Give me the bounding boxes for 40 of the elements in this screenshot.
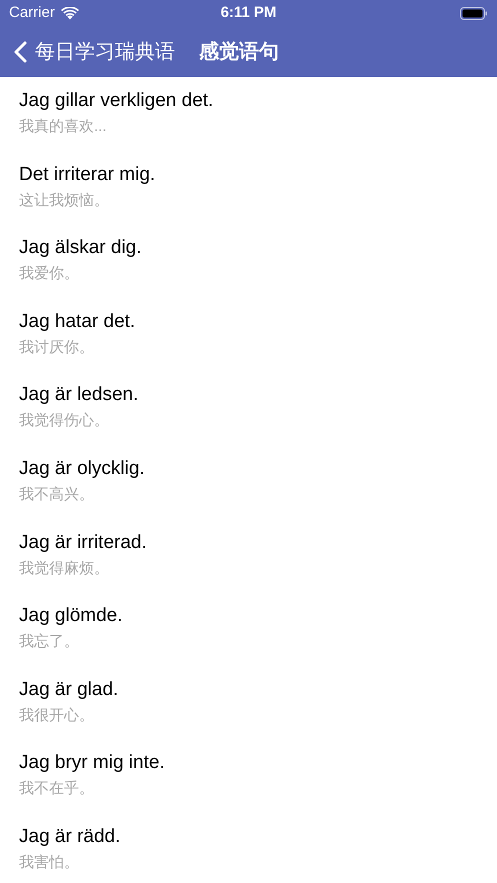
status-time: 6:11 PM [220,2,276,23]
phrase-translation: 我讨厌你。 [19,338,94,358]
phrase-text: Jag är glad. [19,678,118,702]
phrase-translation: 我真的喜欢... [19,117,107,137]
phrase-text: Jag är rädd. [19,824,120,849]
phrase-row[interactable]: Jag hatar det. 我讨厌你。 [0,298,497,372]
phrase-text: Jag är irriterad. [19,530,147,555]
phrase-row[interactable]: Jag älskar dig. 我爱你。 [0,224,497,298]
phrase-translation: 我很开心。 [19,706,94,726]
phrase-translation: 我害怕。 [19,852,79,873]
screen-title: 感觉语句 [199,40,279,64]
wifi-icon [60,6,79,20]
phrase-text: Jag är ledsen. [19,383,138,408]
chevron-left-icon [14,40,27,62]
phrase-row[interactable]: Jag är irriterad. 我觉得麻烦。 [0,518,497,592]
phrase-row[interactable]: Jag är olycklig. 我不高兴。 [0,444,497,519]
phrase-text: Jag glömde. [19,604,123,628]
carrier-label: Carrier [9,2,55,23]
phrase-text: Jag hatar det. [19,310,136,334]
phrase-row[interactable]: Jag är rädd. 我害怕。 [0,812,497,883]
phrase-text: Det irriterar mig. [19,162,156,187]
phrase-text: Jag är olycklig. [19,456,145,481]
phrase-text: Jag gillar verkligen det. [19,89,214,113]
phrase-row[interactable]: Jag är glad. 我很开心。 [0,666,497,740]
phrase-translation: 这让我烦恼。 [19,190,109,211]
phrase-row[interactable]: Jag är ledsen. 我觉得伤心。 [0,371,497,445]
phrase-translation: 我不在乎。 [19,779,94,800]
battery-icon [460,6,488,20]
phrase-translation: 我忘了。 [19,632,79,652]
phrase-text: Jag älskar dig. [19,236,142,260]
phrase-row[interactable]: Jag bryr mig inte. 我不在乎。 [0,739,497,813]
phrase-translation: 我爱你。 [19,264,79,284]
phrase-translation: 我觉得麻烦。 [19,558,109,579]
back-button[interactable]: 每日学习瑞典语 [14,36,175,66]
phrase-row[interactable]: Jag glömde. 我忘了。 [0,592,497,666]
phrase-text: Jag bryr mig inte. [19,751,165,776]
phrase-translation: 我觉得伤心。 [19,411,109,432]
phrase-row[interactable]: Jag gillar verkligen det. 我真的喜欢... [0,77,497,151]
phrase-translation: 我不高兴。 [19,484,94,505]
phrase-row[interactable]: Det irriterar mig. 这让我烦恼。 [0,150,497,224]
